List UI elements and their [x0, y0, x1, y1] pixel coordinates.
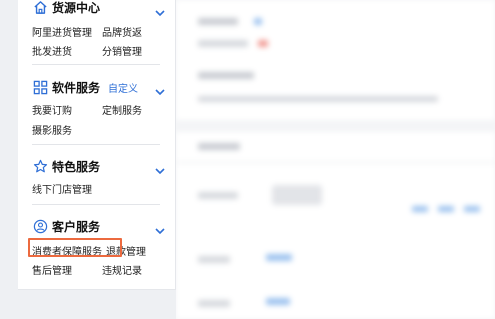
sidebar: 货源中心 阿里进货管理 品牌货返 批发进货 分销管理 软件服务 自定义 我要订购…	[18, 0, 176, 290]
blurred-text	[198, 192, 238, 199]
link-subscribe[interactable]: 我要订购	[32, 102, 72, 117]
link-after-sales[interactable]: 售后管理	[32, 262, 72, 277]
link-custom-service[interactable]: 定制服务	[102, 102, 142, 117]
highlight-box	[28, 238, 122, 257]
section-header[interactable]: 特色服务	[32, 157, 100, 175]
chevron-down-icon[interactable]	[154, 221, 166, 235]
divider	[32, 64, 160, 65]
blurred-link	[266, 298, 290, 305]
blurred-text	[198, 72, 254, 79]
customize-link[interactable]: 自定义	[108, 80, 138, 95]
blurred-link	[464, 206, 480, 212]
link-distribution[interactable]: 分销管理	[102, 43, 142, 58]
chevron-down-icon[interactable]	[154, 82, 166, 96]
blurred-text	[198, 300, 230, 307]
detail-card	[176, 132, 495, 319]
blurred-text	[254, 18, 262, 25]
blurred-content	[176, 0, 495, 319]
blurred-link	[438, 206, 454, 212]
divider	[32, 144, 160, 145]
section-title: 货源中心	[52, 0, 101, 15]
blurred-text	[198, 143, 240, 150]
blurred-text	[198, 18, 238, 25]
section-header[interactable]: 货源中心	[32, 0, 100, 16]
user-circle-icon	[32, 218, 48, 234]
link-violation-records[interactable]: 违规记录	[102, 262, 142, 277]
section-title: 软件服务	[52, 80, 101, 95]
link-brand-rebate[interactable]: 品牌货返	[102, 24, 142, 39]
main-content-blurred	[176, 0, 495, 319]
chevron-down-icon[interactable]	[154, 3, 166, 17]
section-header[interactable]: 软件服务 自定义	[32, 78, 138, 96]
link-offline-store[interactable]: 线下门店管理	[32, 181, 92, 196]
blurred-text	[258, 40, 268, 47]
link-photography[interactable]: 摄影服务	[32, 122, 72, 137]
blurred-link	[412, 206, 428, 212]
blurred-text	[198, 96, 438, 102]
blurred-button	[272, 185, 322, 205]
link-wholesale[interactable]: 批发进货	[32, 43, 72, 58]
star-icon	[32, 158, 48, 174]
link-ali-purchase[interactable]: 阿里进货管理	[32, 24, 92, 39]
divider	[32, 204, 160, 205]
home-icon	[32, 0, 48, 15]
section-title: 特色服务	[52, 159, 101, 174]
divider	[176, 162, 495, 163]
blurred-link	[266, 254, 292, 261]
chevron-down-icon[interactable]	[154, 161, 166, 175]
blurred-text	[198, 40, 248, 47]
section-title: 客户服务	[52, 219, 101, 234]
grid-icon	[32, 79, 48, 95]
section-header[interactable]: 客户服务	[32, 217, 100, 235]
blurred-text	[198, 256, 230, 263]
